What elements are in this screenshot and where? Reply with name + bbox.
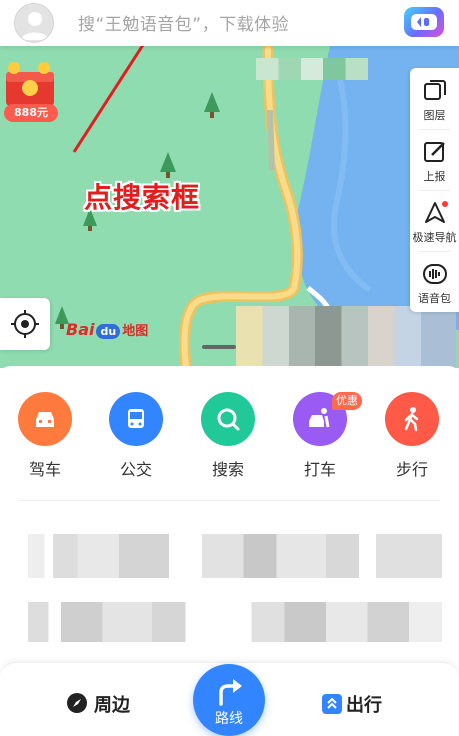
nav-travel-label: 出行: [346, 695, 382, 716]
tool-label: 语音包: [418, 292, 451, 305]
quick-action-search[interactable]: 搜索: [198, 392, 258, 480]
logo-du: du: [96, 324, 121, 339]
search-input[interactable]: 搜“王勉语音包”，下载体验: [78, 10, 289, 35]
quick-action-label: 搜索: [211, 460, 244, 479]
discount-badge: 优惠: [332, 392, 362, 410]
tool-label: 上报: [423, 170, 446, 183]
quick-action-bus[interactable]: 公交: [106, 392, 166, 480]
avatar[interactable]: [14, 3, 54, 43]
route-label: 路线: [215, 711, 243, 727]
user-icon: [21, 12, 49, 40]
quick-action-label: 驾车: [28, 460, 61, 479]
nav-nearby-label: 周边: [94, 695, 130, 716]
walk-icon: [385, 392, 439, 446]
quick-action-drive[interactable]: 驾车: [15, 392, 75, 480]
pixelated-region: [236, 306, 456, 368]
crosshair-icon: [11, 310, 39, 338]
tool-layers[interactable]: 图层: [410, 68, 459, 129]
route-arrow-icon: [219, 679, 242, 706]
map-view[interactable]: 点搜索框 888元 Bai du 地图: [0, 0, 459, 368]
quick-action-label: 公交: [119, 460, 152, 479]
locate-me-button[interactable]: [0, 298, 50, 350]
pixelated-list-row: [28, 602, 442, 642]
promo-amount: 888元: [4, 104, 58, 122]
tool-fast-navigation[interactable]: 极速导航: [410, 190, 459, 251]
red-envelope-promo[interactable]: 888元: [2, 60, 58, 122]
compass-icon: [67, 693, 87, 713]
pixelated-list-row: [28, 534, 442, 578]
panel-drag-handle[interactable]: [202, 345, 236, 349]
search-bar[interactable]: 搜“王勉语音包”，下载体验: [0, 0, 459, 46]
layers-icon: [424, 80, 446, 100]
gift-icon: [6, 62, 54, 106]
tool-label: 图层: [423, 109, 446, 122]
report-icon: [424, 142, 445, 162]
tool-label: 极速导航: [412, 231, 457, 244]
voice-assistant-icon: [411, 14, 437, 30]
pixelated-region: [256, 58, 368, 80]
car-icon: [18, 392, 72, 446]
travel-icon: [322, 694, 342, 714]
tool-report[interactable]: 上报: [410, 129, 459, 190]
map-tools: 图层 上报 极速导航 语音包: [410, 68, 459, 312]
voice-assistant-button[interactable]: [404, 7, 444, 37]
logo-bai: Bai: [66, 320, 95, 339]
quick-action-label: 步行: [395, 460, 428, 479]
nav-nearby[interactable]: 周边: [66, 691, 130, 717]
bus-icon: [109, 392, 163, 446]
logo-ditu: 地图: [122, 324, 149, 339]
nav-travel[interactable]: 出行: [322, 691, 382, 717]
quick-action-label: 打车: [303, 460, 336, 479]
baidu-map-logo: Bai du 地图: [66, 320, 148, 344]
search-icon: [201, 392, 255, 446]
divider: [18, 500, 440, 501]
navigation-arrow-icon: [425, 201, 448, 223]
tool-voice-pack[interactable]: 语音包: [410, 251, 459, 312]
voice-pack-icon: [423, 264, 447, 284]
route-button[interactable]: 路线: [193, 664, 265, 736]
annotation-text: 点搜索框: [84, 181, 201, 214]
quick-action-walk[interactable]: 步行: [382, 392, 442, 480]
